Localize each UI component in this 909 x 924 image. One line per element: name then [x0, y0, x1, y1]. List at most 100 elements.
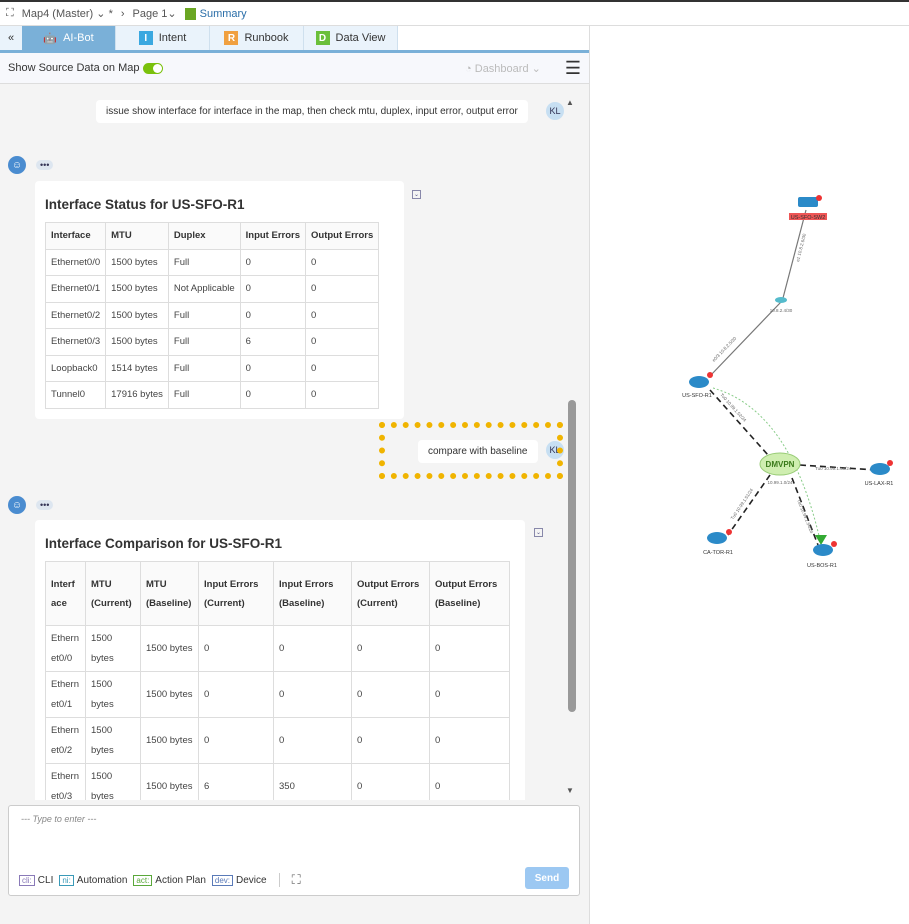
table-cell: Full — [167, 381, 241, 409]
send-button[interactable]: Send — [525, 867, 569, 889]
table-cell: 1500 bytes — [105, 275, 169, 303]
divider — [278, 873, 280, 887]
tab-bar: « 🤖 AI-Bot I Intent R Runbook D Data View — [0, 26, 589, 50]
router-icon[interactable] — [689, 376, 709, 388]
table-cell: 0 — [429, 717, 510, 764]
scroll-down-icon[interactable]: ▼ — [566, 786, 574, 795]
column-header: Input Errors — [239, 222, 307, 250]
command-chip-cli[interactable]: cli: CLI — [19, 874, 53, 886]
network-map[interactable]: DMVPN US-SFO-SW2 US-SFO-R1 US-LAX-R1 CA-… — [591, 26, 909, 924]
tunnel-tor — [727, 474, 771, 536]
device-label: CA-TOR-R1 — [703, 550, 733, 556]
scroll-up-icon[interactable]: ▲ — [566, 98, 578, 107]
router-icon[interactable] — [707, 532, 727, 544]
table-cell: Ethernet0/2 — [44, 301, 107, 329]
table-cell: 1500 bytes — [85, 717, 141, 764]
table-cell: Ethernet0/3 — [45, 763, 86, 800]
table-cell: 1500 bytes — [105, 328, 169, 356]
table-cell: 0 — [273, 625, 352, 672]
chat-scrollbar[interactable]: ▲ ▼ — [566, 98, 578, 798]
data-view-icon: D — [315, 31, 330, 45]
tab-data-view[interactable]: D Data View — [304, 26, 398, 50]
link-label: 10.99.1.0/24 — [767, 480, 793, 485]
tab-runbook[interactable]: R Runbook — [210, 26, 304, 50]
table-cell: 0 — [239, 301, 307, 329]
summary-link[interactable]: Summary — [184, 7, 247, 20]
table-row: Loopback0 1514 bytes Full 0 0 — [44, 354, 380, 382]
intent-icon: I — [138, 31, 153, 45]
table-cell: Ethernet0/1 — [44, 275, 107, 303]
table-cell: 1500 bytes — [140, 763, 199, 800]
command-chip-device[interactable]: dev: Device — [211, 874, 267, 886]
link-label: Tu0 10.99.1.54/24 — [796, 499, 814, 535]
table-cell: 0 — [198, 717, 274, 764]
table-cell: Full — [167, 328, 241, 356]
router-icon[interactable] — [870, 463, 890, 475]
link-label: 10.8.2.4/30 — [770, 308, 793, 313]
table-cell: 0 — [239, 275, 307, 303]
interface-status-card: Interface Status for US-SFO-R1 Interface… — [35, 181, 404, 419]
bot-avatar: ☺ — [8, 496, 26, 514]
table-cell: 0 — [304, 381, 380, 409]
tab-intent[interactable]: I Intent — [116, 26, 210, 50]
table-row: Ethernet0/3 1500 bytes Full 6 0 — [44, 328, 380, 356]
table-cell: 0 — [304, 248, 380, 276]
link-r1 — [709, 301, 782, 377]
table-cell: 17916 bytes — [105, 381, 169, 409]
table-cell: 0 — [198, 671, 274, 718]
table-cell: Full — [167, 301, 241, 329]
breadcrumb-separator: › — [120, 7, 125, 20]
switch-icon[interactable] — [798, 197, 818, 207]
table-cell: 0 — [351, 717, 430, 764]
table-cell: 0 — [429, 671, 510, 718]
collapse-button[interactable]: « — [0, 26, 22, 50]
interface-status-table: Interface MTU Duplex Input Errors Output Err… — [44, 222, 380, 409]
translate-icon[interactable]: ⛶ — [292, 872, 301, 888]
table-cell: 6 — [239, 328, 307, 356]
column-header: Output Errors (Current) — [351, 561, 430, 626]
scrollbar-thumb[interactable] — [568, 400, 576, 712]
collapse-card-icon[interactable]: ⌄ — [534, 528, 543, 537]
table-cell: 0 — [239, 381, 307, 409]
table-cell: 1500 bytes — [140, 717, 199, 764]
user-message: issue show interface for interface in th… — [96, 100, 528, 123]
table-row: Tunnel0 17916 bytes Full 0 0 — [44, 381, 380, 409]
table-cell: Ethernet0/0 — [45, 625, 86, 672]
link-label: e0/3 10.8.2.5/30 — [711, 335, 738, 362]
table-row: Ethernet0/0 1500 bytes 1500 bytes 0 0 0 0 — [45, 625, 510, 672]
map-selector[interactable]: Map4 (Master) ⌄ * — [22, 7, 113, 20]
hamburger-menu-icon[interactable]: ☰ — [565, 58, 581, 79]
table-cell: Ethernet0/0 — [44, 248, 107, 276]
robot-icon: 🤖 — [43, 32, 58, 45]
table-cell: Tunnel0 — [44, 381, 107, 409]
table-cell: 0 — [239, 248, 307, 276]
dashboard-dropdown[interactable]: ◔ Dashboard ⌄ — [465, 62, 541, 75]
table-header-row: Interface MTU Duplex Input Errors Output Err… — [44, 222, 380, 250]
toolbar: Show Source Data on Map ◔ Dashboard ⌄ ☰ — [0, 50, 589, 84]
tab-ai-bot[interactable]: 🤖 AI-Bot — [22, 26, 116, 50]
column-header: Input Errors (Current) — [198, 561, 274, 626]
table-cell: 0 — [351, 625, 430, 672]
table-cell: 0 — [304, 275, 380, 303]
table-title: Interface Status for US-SFO-R1 — [45, 197, 245, 212]
cloud-label: DMVPN — [766, 460, 795, 469]
page-selector[interactable]: Page 1⌄ — [133, 7, 177, 20]
chat-input-box[interactable]: --- Type to enter --- cli: CLI ni: Automati… — [8, 805, 580, 896]
link-label: Tu0 10.99.1.53/24 — [815, 466, 852, 471]
bot-dots: ••• — [36, 500, 54, 510]
column-header: Interface — [45, 561, 86, 626]
collapse-card-icon[interactable]: ⌄ — [412, 190, 421, 199]
table-cell: Full — [167, 248, 241, 276]
command-chip-action-plan[interactable]: act: Action Plan — [133, 874, 206, 886]
table-cell: 1500 bytes — [85, 763, 141, 800]
router-icon[interactable] — [813, 544, 833, 556]
fullscreen-icon[interactable]: ⛶ — [6, 7, 14, 20]
show-source-toggle[interactable] — [143, 62, 164, 74]
device-label: US-BOS-R1 — [807, 563, 837, 569]
column-header: Duplex — [167, 222, 241, 250]
table-cell: 0 — [304, 328, 380, 356]
table-cell: 0 — [351, 671, 430, 718]
command-chip-automation[interactable]: ni: Automation — [59, 874, 127, 886]
chat-input-placeholder[interactable]: --- Type to enter --- — [21, 814, 96, 824]
table-cell: 6 — [198, 763, 274, 800]
